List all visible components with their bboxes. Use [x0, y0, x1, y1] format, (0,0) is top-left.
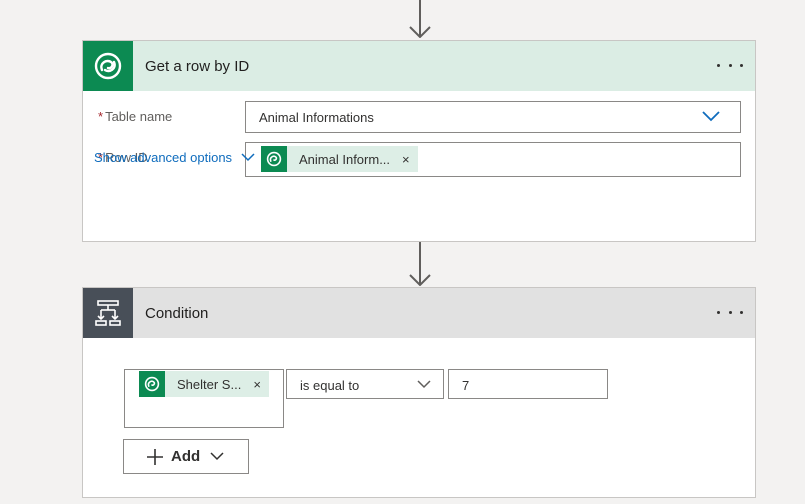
remove-token-icon[interactable]: × [402, 152, 410, 167]
get-row-by-id-card: Get a row by ID * Table name Animal Infor… [82, 40, 756, 242]
dataverse-icon [139, 371, 165, 397]
dynamic-content-token[interactable]: Shelter S... × [139, 371, 269, 397]
right-operand-value: 7 [462, 378, 470, 393]
remove-token-icon[interactable]: × [253, 377, 261, 392]
chevron-down-icon [702, 111, 720, 122]
add-button[interactable]: Add [123, 439, 249, 474]
plus-icon [147, 448, 163, 465]
connector-arrow-top [409, 0, 431, 40]
get-row-header[interactable]: Get a row by ID [83, 41, 755, 91]
condition-right-operand[interactable]: 7 [448, 369, 608, 399]
operator-value: is equal to [300, 378, 360, 393]
add-button-label: Add [171, 448, 201, 465]
chevron-down-icon [417, 380, 431, 389]
chevron-down-icon [210, 452, 224, 461]
more-options-icon[interactable] [717, 302, 743, 322]
connector-arrow-middle [409, 242, 431, 288]
more-options-icon[interactable] [717, 55, 743, 75]
action-title: Condition [145, 304, 209, 322]
chevron-down-icon [241, 153, 255, 162]
table-name-value: Animal Informations [259, 110, 374, 125]
condition-header[interactable]: Condition [83, 288, 755, 338]
condition-card: Condition Shelter S... × is equal to 7 A… [82, 287, 756, 498]
table-name-dropdown[interactable]: Animal Informations [245, 101, 741, 133]
table-name-row: * Table name Animal Informations [83, 101, 755, 133]
condition-operator-dropdown[interactable]: is equal to [286, 369, 444, 399]
action-title: Get a row by ID [145, 57, 250, 75]
token-label: Shelter S... [177, 376, 242, 392]
condition-left-operand[interactable]: Shelter S... × [124, 369, 284, 428]
dataverse-icon [261, 146, 287, 172]
dynamic-content-token[interactable]: Animal Inform... × [261, 146, 418, 172]
token-label: Animal Inform... [299, 151, 391, 167]
table-name-label: * Table name [98, 109, 173, 124]
row-id-input[interactable]: Animal Inform... × [245, 142, 741, 177]
condition-icon [83, 288, 133, 338]
dataverse-icon [83, 41, 133, 91]
show-advanced-options-link[interactable]: Show advanced options [94, 150, 255, 165]
